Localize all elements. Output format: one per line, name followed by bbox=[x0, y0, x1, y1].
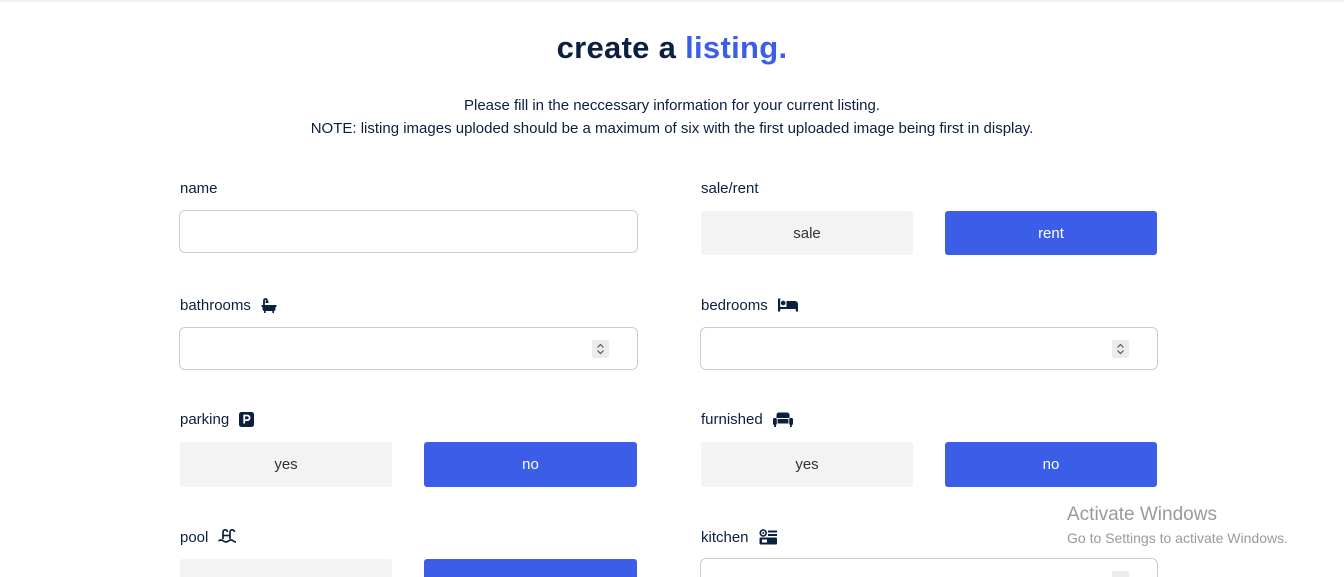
pool-no-button[interactable] bbox=[424, 559, 637, 577]
bathrooms-label-text: bathrooms bbox=[180, 296, 251, 314]
watermark-subtitle: Go to Settings to activate Windows. bbox=[1067, 530, 1288, 546]
bedrooms-stepper[interactable] bbox=[1112, 340, 1129, 358]
name-label: name bbox=[180, 178, 218, 198]
furnished-label-text: furnished bbox=[701, 410, 763, 428]
bedrooms-label-text: bedrooms bbox=[701, 296, 768, 314]
bedrooms-label: bedrooms bbox=[701, 295, 798, 315]
bath-icon bbox=[261, 297, 277, 313]
kitchen-stepper[interactable] bbox=[1112, 571, 1129, 577]
bedrooms-input[interactable] bbox=[700, 327, 1158, 370]
sale-rent-label: sale/rent bbox=[701, 178, 759, 198]
intro-line-1: Please fill in the neccessary informatio… bbox=[463, 97, 880, 114]
page-title-main: create a bbox=[556, 30, 686, 65]
furnished-no-button[interactable]: no bbox=[945, 442, 1157, 487]
page-title: create a listing. bbox=[0, 30, 1344, 66]
bathrooms-stepper[interactable] bbox=[592, 340, 609, 358]
pool-icon bbox=[218, 529, 237, 545]
parking-label-text: parking bbox=[180, 410, 230, 428]
kitchen-input[interactable] bbox=[700, 558, 1158, 577]
furnished-label: furnished bbox=[701, 409, 793, 429]
pool-label: pool bbox=[180, 527, 237, 547]
parking-icon bbox=[239, 411, 255, 427]
bed-icon bbox=[777, 298, 798, 312]
pool-label-text: pool bbox=[180, 528, 209, 546]
bathrooms-label: bathrooms bbox=[180, 295, 277, 315]
activate-windows-watermark: Activate Windows Go to Settings to activ… bbox=[1067, 503, 1288, 549]
rent-button[interactable]: rent bbox=[945, 211, 1157, 255]
parking-no-button[interactable]: no bbox=[424, 442, 637, 487]
kitchen-label-text: kitchen bbox=[701, 528, 749, 546]
intro-line-2: NOTE: listing images uploded should be a… bbox=[310, 120, 1034, 137]
top-shadow bbox=[0, 0, 1344, 3]
pool-yes-button[interactable] bbox=[180, 559, 392, 577]
bathrooms-input[interactable] bbox=[179, 327, 638, 370]
name-input[interactable] bbox=[179, 210, 638, 253]
couch-icon bbox=[772, 412, 793, 427]
page-title-accent: listing. bbox=[685, 30, 788, 65]
furnished-yes-button[interactable]: yes bbox=[701, 442, 913, 487]
parking-label: parking bbox=[180, 409, 255, 429]
name-label-text: name bbox=[180, 179, 218, 197]
sale-button[interactable]: sale bbox=[701, 211, 913, 255]
watermark-title: Activate Windows bbox=[1067, 504, 1217, 525]
kitchen-label: kitchen bbox=[701, 527, 777, 547]
intro-text: Please fill in the neccessary informatio… bbox=[0, 94, 1344, 140]
parking-yes-button[interactable]: yes bbox=[180, 442, 392, 487]
kitchen-icon bbox=[758, 529, 777, 545]
sale-rent-label-text: sale/rent bbox=[701, 179, 759, 197]
